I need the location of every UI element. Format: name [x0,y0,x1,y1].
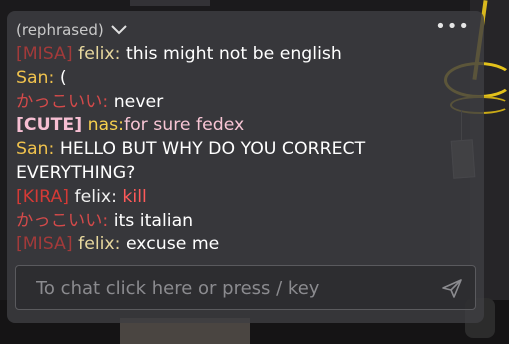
message-tag: [MISA] [16,44,73,64]
chat-message: かっこいい: its italian [16,210,456,234]
message-text: HELLO BUT WHY DO YOU CORRECT EVERYTHING? [16,139,371,183]
chat-message: [MISA] felix: excuse me [16,233,456,257]
message-tag: [CUTE] [16,115,83,136]
background-beam [130,0,210,6]
message-tag: [MISA] [16,234,73,255]
message-tag: [KIRA] [16,186,70,207]
chat-messages: [MISA] felix: this might not be english … [16,43,456,257]
chat-input[interactable] [34,266,438,311]
message-author[interactable]: felix: [78,234,120,254]
message-text: never [113,91,164,112]
chat-message: [CUTE] nas:for sure fedex [16,114,456,138]
chat-message: かっこいい: never [16,91,456,115]
chat-message: [KIRA] felix: kill [16,186,456,210]
message-text: kill [122,186,147,207]
message-text: its italian [113,210,194,231]
message-author[interactable]: San: [16,68,54,88]
chat-input-box[interactable] [15,265,476,311]
message-author[interactable]: San: [16,139,54,159]
chat-message: San: HELLO BUT WHY DO YOU CORRECT EVERYT… [16,138,456,186]
message-text: for sure fedex [123,115,245,136]
chat-message: [MISA] felix: this might not be english [16,43,456,67]
message-author[interactable]: nas: [88,115,124,135]
message-author[interactable]: felix: [78,44,120,64]
chat-window: (rephrased) ••• [MISA] felix: this might… [7,11,484,323]
message-author[interactable]: felix: [75,187,117,207]
chevron-down-icon [111,25,127,35]
message-text: this might not be english [125,44,342,64]
channel-label: (rephrased) [16,21,104,39]
more-dots-icon[interactable]: ••• [435,18,470,36]
message-author[interactable]: かっこいい: [16,211,108,231]
message-author[interactable]: かっこいい: [16,92,108,112]
chat-message: San: ( [16,67,456,91]
message-text: excuse me [125,234,220,255]
chat-channel-selector[interactable]: (rephrased) [16,21,128,39]
message-text: ( [59,67,67,88]
send-icon[interactable] [441,278,463,298]
